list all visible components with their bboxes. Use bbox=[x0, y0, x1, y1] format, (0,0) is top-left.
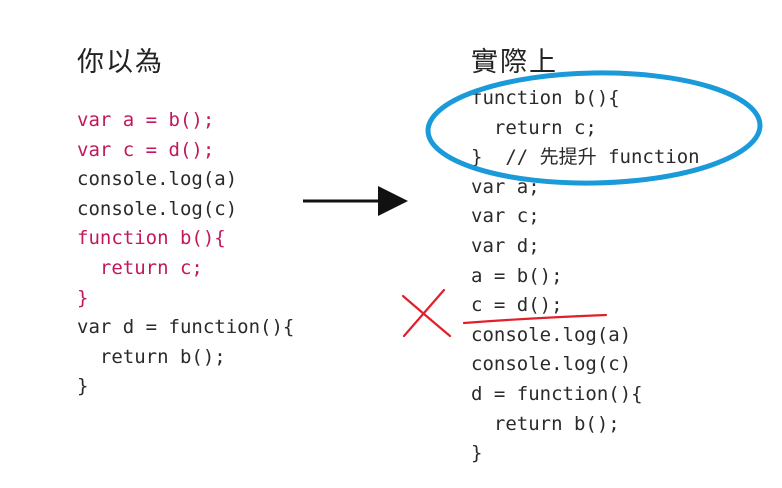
right-code-line: var d; bbox=[471, 234, 540, 257]
right-code-line: a = b(); bbox=[471, 264, 563, 287]
left-title: 你以為 bbox=[77, 47, 164, 78]
left-code-block: var a = b(); var c = d(); console.log(a) co… bbox=[77, 106, 294, 402]
right-code-line: c = d(); bbox=[471, 294, 563, 317]
right-code-line: d = function(){ bbox=[471, 382, 643, 405]
left-code-line: } bbox=[77, 286, 89, 309]
right-code-line: } bbox=[471, 442, 483, 465]
right-code-block: function b(){ return c; } // 先提升 function… bbox=[471, 84, 700, 469]
left-code-line: function b(){ bbox=[77, 227, 226, 250]
right-code-line: return c; bbox=[471, 116, 597, 139]
left-code-line: var d = function(){ bbox=[77, 316, 295, 339]
left-code-line: return c; bbox=[77, 256, 203, 279]
right-code-line: console.log(c) bbox=[471, 353, 632, 376]
right-code-line: console.log(a) bbox=[471, 323, 632, 346]
right-code-line: } // 先提升 function bbox=[471, 146, 700, 169]
right-code-line: function b(){ bbox=[471, 87, 620, 109]
left-code-line: console.log(a) bbox=[77, 168, 238, 191]
right-title: 實際上 bbox=[471, 47, 558, 78]
left-code-line: var c = d(); bbox=[77, 138, 215, 161]
right-code-line: var c; bbox=[471, 205, 540, 228]
left-code-line: console.log(c) bbox=[77, 197, 238, 220]
right-code-line: return b(); bbox=[471, 412, 620, 435]
right-code-line: var a; bbox=[471, 175, 540, 198]
left-code-line: var a = b(); bbox=[77, 109, 215, 131]
left-code-line: return b(); bbox=[77, 345, 226, 368]
left-code-line: } bbox=[77, 375, 89, 398]
red-x-mark-icon bbox=[401, 288, 452, 338]
